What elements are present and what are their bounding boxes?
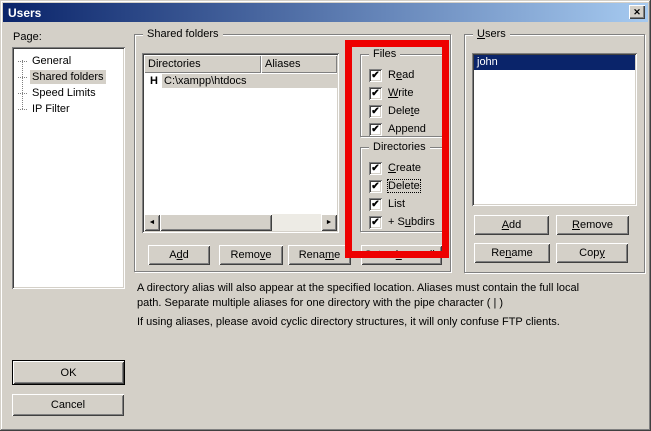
info-line-2: path. Separate multiple aliases for one … [137,296,579,311]
set-as-home-dir-button[interactable]: Set as home dir [361,245,442,265]
shared-folders-group-label: Shared folders [143,28,223,40]
checkbox-label: List [388,198,405,210]
remove-user-button[interactable]: Remove [556,215,629,235]
close-icon[interactable]: ✕ [629,5,645,19]
checkbox-append[interactable]: ✔ Append [369,120,442,138]
column-header-directories[interactable]: Directories [144,55,261,73]
page-item-label: IP Filter [30,102,72,116]
user-row-john[interactable]: john [474,55,635,70]
rename-folder-button[interactable]: Rename [288,245,351,265]
home-dir-marker: H [146,75,162,87]
page-item-general[interactable]: General [12,53,125,69]
page-item-ip-filter[interactable]: IP Filter [12,101,125,117]
cancel-button[interactable]: Cancel [12,394,124,416]
checkmark-icon[interactable]: ✔ [369,216,382,229]
checkbox-create[interactable]: ✔ Create [369,159,442,177]
scrollbar-track[interactable] [272,214,321,231]
checkbox-read[interactable]: ✔ Read [369,66,442,84]
directories-list-header: Directories Aliases [144,55,337,73]
checkbox-label: Write [388,87,413,99]
page-item-shared-folders[interactable]: Shared folders [12,69,125,85]
checkbox-label: Delete [388,180,420,192]
checkbox-delete-files[interactable]: ✔ Delete [369,102,442,120]
column-header-aliases[interactable]: Aliases [261,55,337,73]
alias-info-text: A directory alias will also appear at th… [137,281,579,311]
page-label: Page: [13,31,42,43]
title-bar[interactable]: Users ✕ [3,3,648,22]
directory-row[interactable]: H C:\xampp\htdocs [144,73,337,89]
add-user-button[interactable]: Add [474,215,549,235]
page-item-label: Speed Limits [30,86,98,100]
scrollbar-thumb[interactable] [160,214,272,231]
copy-user-button[interactable]: Copy [556,243,628,263]
users-list: john [472,53,637,206]
checkbox-label: Create [388,162,421,174]
horizontal-scrollbar[interactable]: ◄ ► [144,214,337,231]
checkmark-icon[interactable]: ✔ [369,162,382,175]
checkbox-label: Read [388,69,414,81]
checkmark-icon[interactable]: ✔ [369,87,382,100]
directories-list-body: H C:\xampp\htdocs [144,73,337,214]
checkbox-delete-dirs[interactable]: ✔ Delete [369,177,442,195]
cyclic-warning-text: If using aliases, please avoid cyclic di… [137,315,560,330]
checkbox-list[interactable]: ✔ List [369,195,442,213]
scroll-right-icon[interactable]: ► [321,214,337,231]
window-title: Users [8,6,41,20]
checkbox-label: + Subdirs [388,216,435,228]
checkmark-icon[interactable]: ✔ [369,69,382,82]
page-item-speed-limits[interactable]: Speed Limits [12,85,125,101]
checkbox-write[interactable]: ✔ Write [369,84,442,102]
scroll-left-icon[interactable]: ◄ [144,214,160,231]
directory-path: C:\xampp\htdocs [162,74,337,88]
add-folder-button[interactable]: Add [148,245,210,265]
checkbox-subdirs[interactable]: ✔ + Subdirs [369,213,442,231]
files-group-label: Files [369,48,400,60]
page-item-label-selected: Shared folders [30,70,106,84]
users-dialog: Users ✕ Page: General Shared folders Spe… [0,0,651,431]
directories-group-label: Directories [369,141,430,153]
remove-folder-button[interactable]: Remove [219,245,283,265]
ok-button[interactable]: OK [12,360,125,385]
directories-permissions-group: Directories ✔ Create ✔ Delete ✔ List ✔ +… [360,147,443,232]
info-line-1: A directory alias will also appear at th… [137,281,579,296]
page-tree: General Shared folders Speed Limits IP F… [12,47,125,289]
checkmark-icon[interactable]: ✔ [369,198,382,211]
page-item-label: General [30,54,73,68]
checkbox-label: Delete [388,105,420,117]
checkmark-icon[interactable]: ✔ [369,123,382,136]
checkmark-icon[interactable]: ✔ [369,180,382,193]
files-permissions-group: Files ✔ Read ✔ Write ✔ Delete ✔ Append [360,54,443,137]
users-group-label: Users [473,28,510,40]
rename-user-button[interactable]: Rename [474,243,550,263]
checkbox-label: Append [388,123,426,135]
directories-list: Directories Aliases H C:\xampp\htdocs ◄ … [142,53,339,233]
checkmark-icon[interactable]: ✔ [369,105,382,118]
